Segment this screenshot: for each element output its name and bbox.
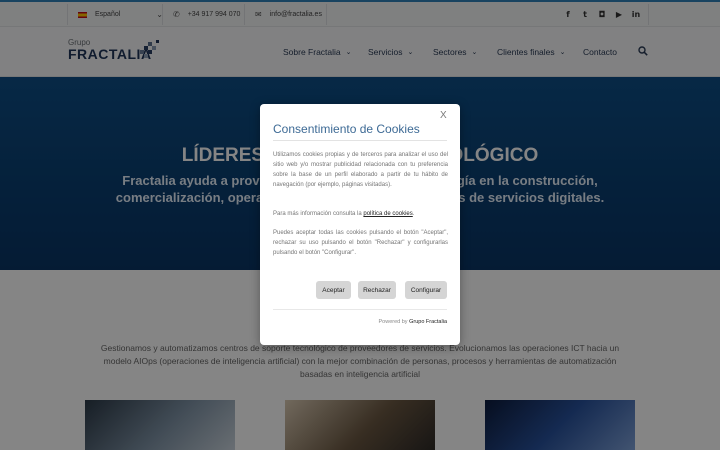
policy-suffix: . xyxy=(412,211,415,217)
configure-button[interactable]: Configurar xyxy=(405,281,447,299)
cookie-consent-dialog: Consentimiento de Cookies X Utilizamos c… xyxy=(260,104,460,345)
powered-prefix: Powered by xyxy=(378,319,410,325)
close-icon[interactable]: X xyxy=(440,110,447,121)
cookie-description: Utilizamos cookies propias y de terceros… xyxy=(273,152,448,188)
divider xyxy=(273,309,447,310)
cookie-instructions: Puedes aceptar todas las cookies pulsand… xyxy=(273,230,448,256)
dialog-title: Consentimiento de Cookies xyxy=(273,122,420,136)
accept-button[interactable]: Aceptar xyxy=(316,281,351,299)
cookie-policy-link[interactable]: política de cookies xyxy=(363,211,412,217)
cookie-policy-note: Para más información consulta la polític… xyxy=(273,209,448,219)
powered-brand[interactable]: Grupo Fractalia xyxy=(409,319,447,325)
powered-by: Powered by Grupo Fractalia xyxy=(379,319,447,325)
policy-prefix: Para más información consulta la xyxy=(273,211,364,217)
divider xyxy=(273,140,447,141)
reject-button[interactable]: Rechazar xyxy=(358,281,396,299)
